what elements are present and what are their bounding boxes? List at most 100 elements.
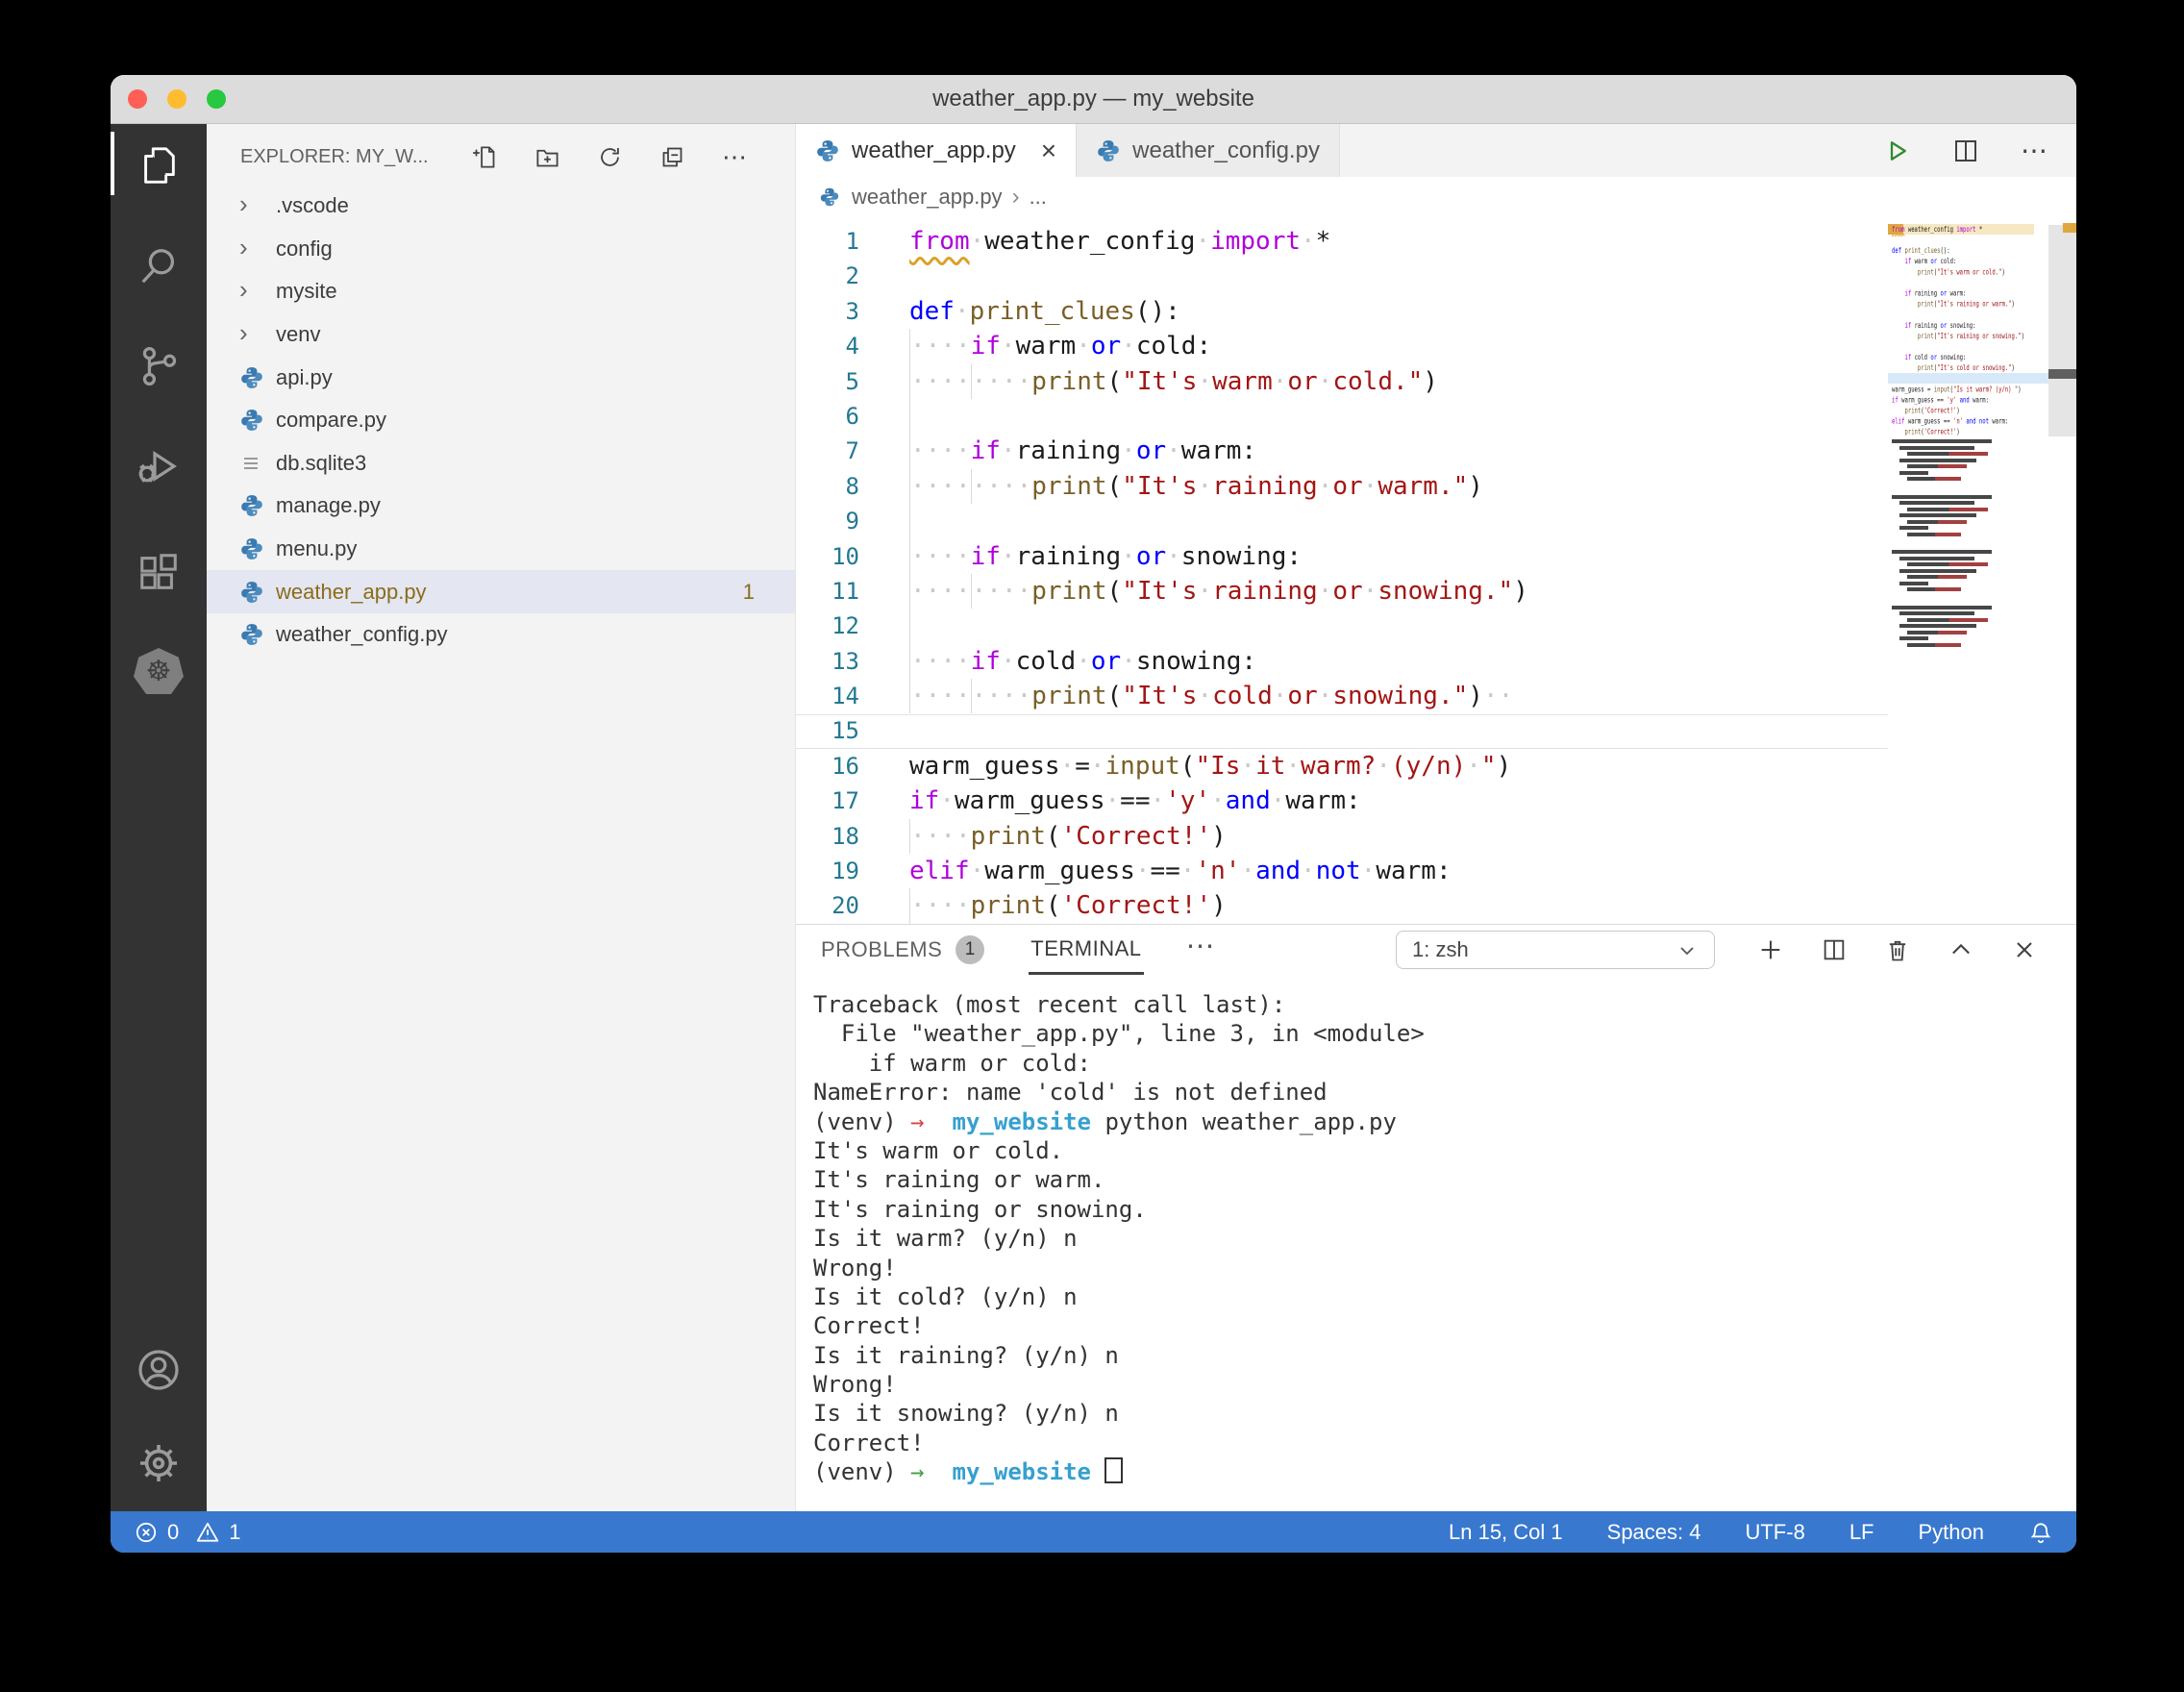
code-editor[interactable]: 1from·weather_config·import·*23def·print… bbox=[796, 217, 2076, 924]
split-terminal-icon[interactable] bbox=[1821, 936, 1848, 963]
tab-problems[interactable]: PROBLEMS 1 bbox=[819, 925, 986, 975]
scrollbar-thumb[interactable] bbox=[2048, 225, 2076, 436]
tab-weather-app[interactable]: weather_app.py × bbox=[796, 124, 1077, 177]
terminal-line: Is it raining? (y/n) n bbox=[813, 1341, 2076, 1370]
code-line: elif warm_guess == 'n' and not warm: bbox=[1892, 416, 2048, 427]
search-icon[interactable] bbox=[111, 237, 207, 295]
screenshot-root: weather_app.py — my_website bbox=[0, 0, 2184, 1692]
eol-sequence[interactable]: LF bbox=[1849, 1520, 1874, 1545]
warning-count: 1 bbox=[229, 1520, 240, 1545]
line-number: 5 bbox=[796, 364, 859, 399]
overview-warning-marker bbox=[2063, 223, 2076, 233]
code-line bbox=[1892, 310, 2048, 320]
chevron-down-icon bbox=[1675, 938, 1699, 961]
explorer-title: EXPLORER: MY_W... bbox=[240, 146, 429, 168]
code-line: warm_guess = input("Is it warm? (y/n) ") bbox=[1892, 384, 2048, 394]
collapse-folders-icon[interactable] bbox=[659, 144, 685, 170]
code-line: print('Correct!') bbox=[1892, 406, 2048, 416]
line-number: 16 bbox=[796, 749, 859, 784]
settings-gear-icon[interactable] bbox=[111, 1434, 207, 1492]
more-actions-icon[interactable]: ⋯ bbox=[722, 142, 749, 172]
minimize-window-button[interactable] bbox=[167, 89, 186, 109]
file-tree-item-compare-py[interactable]: compare.py bbox=[207, 399, 795, 442]
code-line: if raining or snowing: bbox=[1892, 320, 2048, 331]
zoom-window-button[interactable] bbox=[207, 89, 226, 109]
more-actions-icon[interactable]: ⋯ bbox=[2021, 135, 2049, 166]
file-tree-item-db-sqlite3[interactable]: db.sqlite3 bbox=[207, 442, 795, 485]
split-editor-icon[interactable] bbox=[1951, 137, 1980, 165]
code-line: 13····if·cold·or·snowing: bbox=[796, 644, 1528, 679]
run-debug-icon[interactable] bbox=[111, 437, 207, 495]
python-file-icon bbox=[239, 365, 274, 390]
tab-weather-config[interactable]: weather_config.py bbox=[1077, 124, 1340, 177]
terminal-line: It's raining or warm. bbox=[813, 1165, 2076, 1194]
breadcrumb-file[interactable]: weather_app.py bbox=[852, 185, 1003, 210]
new-file-icon[interactable] bbox=[472, 144, 498, 170]
breadcrumb-more[interactable]: ... bbox=[1030, 185, 1047, 210]
new-folder-icon[interactable] bbox=[534, 144, 560, 170]
title-bar: weather_app.py — my_website bbox=[111, 75, 2076, 124]
close-panel-icon[interactable] bbox=[2011, 936, 2038, 963]
code-line: print("It's cold or snowing.") bbox=[1892, 362, 2048, 373]
extensions-icon[interactable] bbox=[111, 543, 207, 601]
line-number: 2 bbox=[796, 259, 859, 293]
code-line: from weather_config import * bbox=[1892, 224, 2048, 235]
chevron-right-icon: › bbox=[239, 236, 274, 261]
file-tree-item-manage-py[interactable]: manage.py bbox=[207, 485, 795, 528]
source-control-icon[interactable] bbox=[111, 337, 207, 395]
file-tree-item-weather_config-py[interactable]: weather_config.py bbox=[207, 613, 795, 657]
code-line: print('Correct!') bbox=[1892, 427, 2048, 437]
problems-status[interactable]: 0 1 bbox=[134, 1520, 241, 1545]
notifications-bell-icon[interactable] bbox=[2028, 1520, 2053, 1545]
vscode-window: weather_app.py — my_website bbox=[111, 75, 2076, 1553]
terminal-line: NameError: name 'cold' is not defined bbox=[813, 1078, 2076, 1107]
kubernetes-icon[interactable]: ☸ bbox=[111, 642, 207, 700]
file-label: manage.py bbox=[276, 493, 381, 518]
kill-terminal-icon[interactable] bbox=[1884, 936, 1911, 963]
indentation[interactable]: Spaces: 4 bbox=[1607, 1520, 1701, 1545]
line-number: 9 bbox=[796, 504, 859, 538]
line-number: 11 bbox=[796, 574, 859, 609]
explorer-icon[interactable] bbox=[111, 137, 207, 194]
minimap[interactable]: from weather_config import *def print_cl… bbox=[1888, 224, 2048, 918]
code-line: print("It's raining or warm.") bbox=[1892, 299, 2048, 310]
cursor-position[interactable]: Ln 15, Col 1 bbox=[1449, 1520, 1563, 1545]
refresh-icon[interactable] bbox=[597, 144, 623, 170]
encoding[interactable]: UTF-8 bbox=[1745, 1520, 1804, 1545]
code-line: 3def·print_clues(): bbox=[796, 294, 1528, 329]
run-icon[interactable] bbox=[1882, 137, 1911, 165]
code-lines: 1from·weather_config·import·*23def·print… bbox=[796, 224, 1528, 924]
file-tree-item-weather_app-py[interactable]: weather_app.py1 bbox=[207, 570, 795, 613]
code-line: print("It's warm or cold.") bbox=[1892, 266, 2048, 277]
problems-count-badge: 1 bbox=[956, 935, 984, 964]
file-label: .vscode bbox=[276, 193, 349, 218]
errors-icon bbox=[134, 1520, 159, 1545]
code-line: 12 bbox=[796, 609, 1528, 643]
maximize-panel-icon[interactable] bbox=[1948, 936, 1974, 963]
file-label: config bbox=[276, 236, 333, 261]
line-number: 4 bbox=[796, 329, 859, 363]
terminal-label: TERMINAL bbox=[1030, 936, 1141, 961]
python-file-icon bbox=[239, 580, 274, 605]
file-tree-item-config[interactable]: ›config bbox=[207, 228, 795, 271]
warnings-icon bbox=[195, 1520, 220, 1545]
code-line: 9 bbox=[796, 504, 1528, 538]
tab-terminal[interactable]: TERMINAL bbox=[1029, 925, 1143, 975]
new-terminal-icon[interactable] bbox=[1757, 936, 1784, 963]
editor-group: weather_app.py × weather_config.py ⋯ bbox=[796, 124, 2076, 1511]
file-tree-item--vscode[interactable]: ›.vscode bbox=[207, 185, 795, 228]
file-tree-item-venv[interactable]: ›venv bbox=[207, 313, 795, 357]
file-label: weather_app.py bbox=[276, 580, 427, 605]
terminal-output[interactable]: Traceback (most recent call last): File … bbox=[796, 975, 2076, 1511]
file-tree-item-api-py[interactable]: api.py bbox=[207, 356, 795, 399]
close-tab-icon[interactable]: × bbox=[1041, 136, 1056, 166]
terminal-line: (venv) → my_website python weather_app.p… bbox=[813, 1107, 2076, 1136]
terminal-cursor bbox=[1104, 1457, 1123, 1483]
file-tree-item-menu-py[interactable]: menu.py bbox=[207, 528, 795, 571]
account-icon[interactable] bbox=[111, 1341, 207, 1399]
file-tree-item-mysite[interactable]: ›mysite bbox=[207, 270, 795, 313]
terminal-selector[interactable]: 1: zsh bbox=[1396, 931, 1715, 969]
more-actions-icon[interactable]: ⋯ bbox=[1186, 930, 1217, 963]
language-mode[interactable]: Python bbox=[1919, 1520, 1985, 1545]
close-window-button[interactable] bbox=[128, 89, 147, 109]
